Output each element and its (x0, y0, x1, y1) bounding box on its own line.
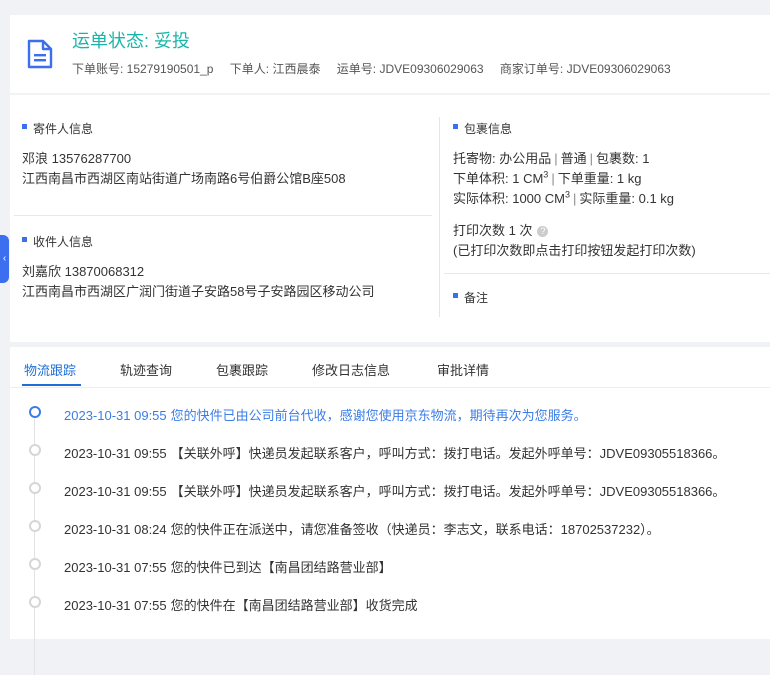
timeline-event: 2023-10-31 09:55 您的快件已由公司前台代收，感谢您使用京东物流，期… (10, 387, 770, 425)
timeline-event: 2023-10-31 08:24 您的快件正在派送中，请您准备签收（快递员：李志文… (10, 501, 770, 539)
divider (14, 215, 432, 216)
waybill-meta: 下单账号: 15279190501_p 下单人: 江西晨泰 运单号: JDVE0… (72, 60, 684, 77)
tab-approval-details[interactable]: 审批详情 (437, 360, 489, 379)
tab-bar: 物流跟踪 轨迹查询 包裹跟踪 修改日志信息 审批详情 (10, 347, 770, 388)
chevron-left-icon: ‹ (2, 253, 7, 264)
package-goods: 托寄物: 办公用品 | 普通 | 包裹数: 1 (453, 151, 650, 166)
active-tab-indicator (22, 384, 81, 386)
receiver-name-phone: 刘嘉欣 13870068312 (22, 264, 145, 279)
document-icon (27, 39, 53, 69)
tab-track-query[interactable]: 轨迹查询 (120, 360, 172, 379)
collapse-sidebar-button[interactable]: ‹ (0, 235, 9, 283)
tab-logistics-tracking[interactable]: 物流跟踪 (24, 360, 76, 379)
sender-title: 寄件人信息 (22, 120, 93, 137)
timeline-event: 2023-10-31 09:55 【关联外呼】快递员发起联系客户，呼叫方式：拨打电… (10, 425, 770, 463)
package-order-volume-weight: 下单体积: 1 CM3 | 下单重量: 1 kg (453, 169, 642, 186)
sender-name-phone: 邓浪 13576287700 (22, 151, 132, 166)
package-actual-volume-weight: 实际体积: 1000 CM3 | 实际重量: 0.1 kg (453, 189, 675, 206)
waybill-header: 运单状态: 妥投 下单账号: 15279190501_p 下单人: 江西晨泰 运… (10, 15, 770, 93)
merchant-order-number: 商家订单号: JDVE09306029063 (499, 62, 671, 76)
timeline-dot (29, 558, 41, 570)
tab-change-log[interactable]: 修改日志信息 (312, 360, 390, 379)
print-count: 打印次数 1 次? (453, 220, 549, 239)
tab-package-tracking[interactable]: 包裹跟踪 (216, 360, 268, 379)
waybill-status: 运单状态: 妥投 (72, 31, 191, 51)
help-icon[interactable]: ? (537, 226, 549, 237)
timeline-event: 2023-10-31 09:55 【关联外呼】快递员发起联系客户，呼叫方式：拨打电… (10, 463, 770, 501)
order-account: 下单账号: 15279190501_p (72, 62, 214, 76)
timeline-dot-current (29, 406, 41, 418)
receiver-title: 收件人信息 (22, 233, 93, 250)
print-note: (已打印次数即点击打印按钮发起打印次数) (453, 243, 696, 258)
logistics-panel: 物流跟踪 轨迹查询 包裹跟踪 修改日志信息 审批详情 2023-10-31 09… (10, 347, 770, 675)
sender-address: 江西南昌市西湖区南站街道广场南路6号伯爵公馆B座508 (22, 171, 346, 186)
timeline-dot (29, 596, 41, 608)
waybill-number: 运单号: JDVE09306029063 (336, 62, 484, 76)
timeline-event: 2023-10-31 07:55 您的快件已到达【南昌团结路营业部】 (10, 539, 770, 577)
vertical-divider (439, 117, 440, 317)
orderer: 下单人: 江西晨泰 (229, 62, 321, 76)
timeline-dot (29, 520, 41, 532)
package-title: 包裹信息 (453, 120, 512, 137)
receiver-address: 江西南昌市西湖区广润门街道子安路58号子安路园区移动公司 (22, 284, 375, 299)
info-panel: 寄件人信息 邓浪 13576287700 江西南昌市西湖区南站街道广场南路6号伯… (10, 95, 770, 342)
timeline-event: 2023-10-31 07:55 您的快件在【南昌团结路营业部】收货完成 (10, 577, 770, 615)
divider (444, 273, 770, 274)
remark-title: 备注 (453, 289, 488, 306)
timeline-dot (29, 482, 41, 494)
timeline-dot (29, 444, 41, 456)
